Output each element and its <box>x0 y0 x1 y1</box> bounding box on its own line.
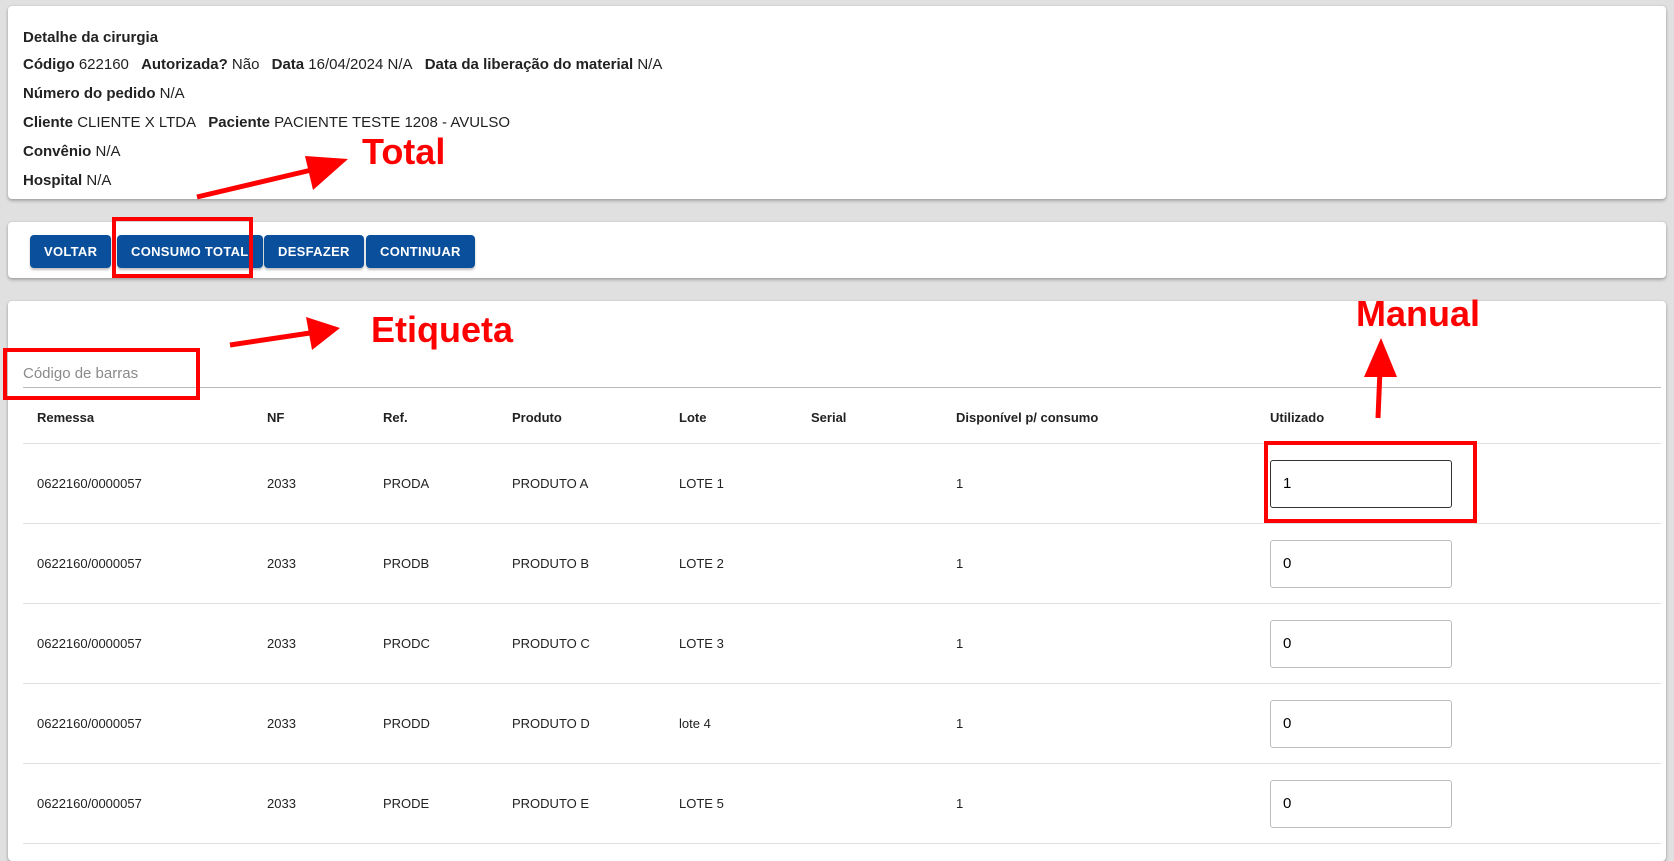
detail-line-codigo: Código 622160 Autorizada? Não Data 16/04… <box>23 56 1651 73</box>
convenio-label: Convênio <box>23 143 92 160</box>
annotation-etiqueta: Etiqueta <box>371 309 514 350</box>
liberacao-label: Data da liberação do material <box>424 56 634 73</box>
header-serial: Serial <box>797 391 942 444</box>
table-header-row: Remessa NF Ref. Produto Lote Serial Disp… <box>23 391 1661 444</box>
hospital-value: N/A <box>86 172 112 189</box>
header-produto: Produto <box>498 391 665 444</box>
desfazer-button[interactable]: DESFAZER <box>264 235 364 268</box>
cell-nf: 2033 <box>253 683 369 764</box>
cell-disponivel: 1 <box>942 763 1256 844</box>
cell-utilizado <box>1256 523 1661 604</box>
cell-serial <box>797 763 942 844</box>
cell-produto: PRODUTO A <box>498 443 665 524</box>
table-row: 0622160/0000057 2033 PRODE PRODUTO E LOTE 5 1 <box>23 763 1661 844</box>
detail-line-cliente: Cliente CLIENTE X LTDA Paciente PACIENTE… <box>23 114 1651 131</box>
codigo-value: 622160 <box>78 56 129 73</box>
utilizado-input[interactable] <box>1270 619 1452 668</box>
cell-lote: LOTE 2 <box>665 523 797 604</box>
cell-remessa: 0622160/0000057 <box>23 683 253 764</box>
detail-line-hospital: Hospital N/A <box>23 172 1651 189</box>
items-table: Remessa NF Ref. Produto Lote Serial Disp… <box>23 391 1661 844</box>
cell-nf: 2033 <box>253 763 369 844</box>
barcode-input[interactable] <box>23 359 1661 388</box>
cell-nf: 2033 <box>253 523 369 604</box>
cell-disponivel: 1 <box>942 443 1256 524</box>
utilizado-input[interactable] <box>1270 459 1452 508</box>
header-disponivel: Disponível p/ consumo <box>942 391 1256 444</box>
surgery-detail-card: Detalhe da cirurgia Código 622160 Autori… <box>8 6 1666 199</box>
cell-nf: 2033 <box>253 603 369 684</box>
header-utilizado: Utilizado <box>1256 391 1661 444</box>
cell-nf: 2033 <box>253 443 369 524</box>
cell-produto: PRODUTO D <box>498 683 665 764</box>
annotation-total: Total <box>362 131 446 172</box>
cell-serial <box>797 523 942 604</box>
utilizado-input[interactable] <box>1270 779 1452 828</box>
header-remessa: Remessa <box>23 391 253 444</box>
cell-lote: LOTE 5 <box>665 763 797 844</box>
detail-title: Detalhe da cirurgia <box>23 29 159 46</box>
data-value: 16/04/2024 N/A <box>308 56 413 73</box>
cell-produto: PRODUTO B <box>498 523 665 604</box>
cell-ref: PRODB <box>369 523 498 604</box>
annotation-manual: Manual <box>1356 293 1481 334</box>
cell-disponivel: 1 <box>942 523 1256 604</box>
header-nf: NF <box>253 391 369 444</box>
cell-ref: PRODD <box>369 683 498 764</box>
autorizada-value: Não <box>231 56 260 73</box>
voltar-button[interactable]: VOLTAR <box>30 235 112 268</box>
cell-serial <box>797 683 942 764</box>
cell-disponivel: 1 <box>942 683 1256 764</box>
table-row: 0622160/0000057 2033 PRODA PRODUTO A LOTE 1 1 <box>23 443 1661 524</box>
consumo-total-button[interactable]: CONSUMO TOTAL <box>117 235 263 268</box>
cell-lote: LOTE 1 <box>665 443 797 524</box>
data-label: Data <box>271 56 305 73</box>
header-ref: Ref. <box>369 391 498 444</box>
table-row: 0622160/0000057 2033 PRODD PRODUTO Dlote 4 1 <box>23 683 1661 764</box>
cell-serial <box>797 603 942 684</box>
pedido-label: Número do pedido <box>23 85 156 102</box>
codigo-label: Código <box>23 56 75 73</box>
cell-remessa: 0622160/0000057 <box>23 763 253 844</box>
cell-utilizado <box>1256 603 1661 684</box>
cell-produto: PRODUTO E <box>498 763 665 844</box>
cliente-value: CLIENTE X LTDA <box>77 114 197 131</box>
table-row: 0622160/0000057 2033 PRODB PRODUTO B LOTE 2 1 <box>23 523 1661 604</box>
paciente-value: PACIENTE TESTE 1208 - AVULSO <box>274 114 511 131</box>
cell-ref: PRODA <box>369 443 498 524</box>
pedido-value: N/A <box>159 85 185 102</box>
header-lote: Lote <box>665 391 797 444</box>
actions-card: VOLTAR CONSUMO TOTAL DESFAZER CONTINUAR <box>8 222 1666 278</box>
cell-ref: PRODE <box>369 763 498 844</box>
autorizada-label: Autorizada? <box>141 56 228 73</box>
items-card: Remessa NF Ref. Produto Lote Serial Disp… <box>8 301 1666 861</box>
cell-disponivel: 1 <box>942 603 1256 684</box>
utilizado-input[interactable] <box>1270 699 1452 748</box>
detail-line-pedido: Número do pedido N/A <box>23 85 1651 102</box>
utilizado-input[interactable] <box>1270 539 1452 588</box>
detail-line-convenio: Convênio N/A <box>23 143 1651 160</box>
cell-remessa: 0622160/0000057 <box>23 443 253 524</box>
cell-utilizado <box>1256 683 1661 764</box>
cliente-label: Cliente <box>23 114 74 131</box>
continuar-button[interactable]: CONTINUAR <box>366 235 475 268</box>
liberacao-value: N/A <box>637 56 663 73</box>
table-row: 0622160/0000057 2033 PRODC PRODUTO C LOTE 3 1 <box>23 603 1661 684</box>
hospital-label: Hospital <box>23 172 83 189</box>
cell-remessa: 0622160/0000057 <box>23 603 253 684</box>
cell-utilizado <box>1256 763 1661 844</box>
cell-lote: lote 4 <box>665 683 797 764</box>
cell-ref: PRODC <box>369 603 498 684</box>
cell-lote: LOTE 3 <box>665 603 797 684</box>
cell-produto: PRODUTO C <box>498 603 665 684</box>
cell-remessa: 0622160/0000057 <box>23 523 253 604</box>
convenio-value: N/A <box>95 143 121 160</box>
cell-serial <box>797 443 942 524</box>
paciente-label: Paciente <box>208 114 270 131</box>
cell-utilizado <box>1256 443 1661 524</box>
